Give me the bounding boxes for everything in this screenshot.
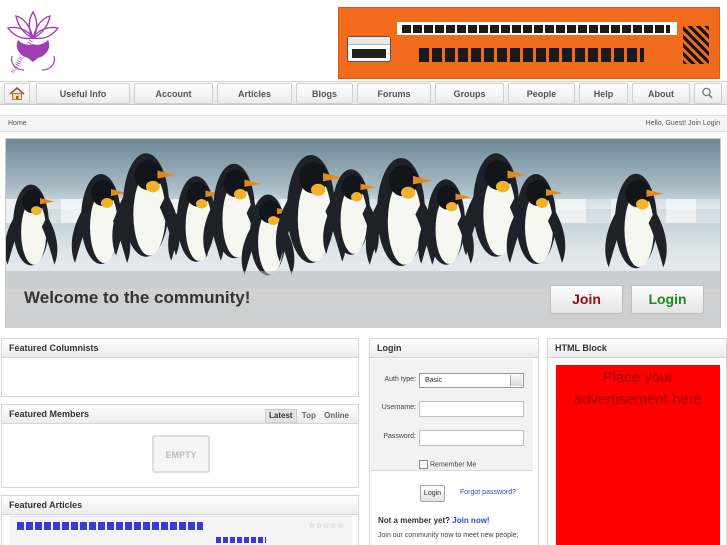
main-nav: Useful Info Account Articles Blogs Forum… — [0, 81, 727, 105]
auth-type-label: Auth type: — [384, 376, 416, 383]
site-logo[interactable]: NARIJOGOTH — [4, 4, 62, 75]
hero-banner: Welcome to the community! Join Login — [5, 138, 721, 328]
greeting-text: Hello, Guest! — [645, 120, 687, 127]
search-icon — [702, 87, 713, 99]
nav-home-button[interactable] — [4, 83, 30, 104]
advertisement-placeholder[interactable]: Place your advertisement here — [556, 365, 720, 545]
login-title: Login — [370, 339, 538, 358]
auth-type-select[interactable]: Basic — [419, 373, 524, 388]
nav-item-groups[interactable]: Groups — [435, 83, 504, 104]
html-block-title: HTML Block — [548, 339, 726, 358]
hero-title: Welcome to the community! — [24, 288, 251, 307]
hero-join-button[interactable]: Join — [550, 285, 623, 314]
tab-latest[interactable]: Latest — [265, 409, 297, 423]
breadcrumb-login-link[interactable]: Login — [703, 120, 720, 127]
page: NARIJOGOTH Useful Info Account Articles … — [0, 0, 727, 545]
remember-me[interactable]: Remember Me — [419, 460, 476, 469]
featured-articles-title: Featured Articles — [2, 496, 358, 515]
featured-articles-panel: Featured Articles ☆☆☆☆☆ — [1, 495, 359, 545]
rating-stars-icon: ☆☆☆☆☆ — [308, 521, 344, 530]
banner-line-2 — [419, 48, 644, 62]
password-input[interactable] — [419, 430, 524, 446]
nav-item-forums[interactable]: Forums — [357, 83, 431, 104]
login-panel: Login Auth type: Basic Username: Passwor… — [369, 338, 539, 545]
home-icon — [9, 86, 25, 100]
featured-members-heading: Featured Members — [9, 409, 90, 419]
nav-item-people[interactable]: People — [508, 83, 575, 104]
login-form: Auth type: Basic Username: Password: Rem… — [371, 359, 533, 471]
featured-columnists-title: Featured Columnists — [2, 339, 358, 358]
nav-item-blogs[interactable]: Blogs — [296, 83, 353, 104]
featured-members-tabs: Latest Top Online — [265, 409, 352, 423]
featured-members-title: Featured Members Latest Top Online — [2, 405, 358, 424]
featured-columnists-panel: Featured Columnists — [1, 338, 359, 397]
banner-badge — [347, 36, 391, 62]
user-greeting: Hello, Guest! Join Login — [646, 116, 720, 131]
nav-item-help[interactable]: Help — [579, 83, 628, 104]
join-description: Join our community now to meet new peopl… — [378, 532, 519, 539]
breadcrumb-bar: Home Hello, Guest! Join Login — [0, 115, 727, 132]
nav-item-articles[interactable]: Articles — [217, 83, 292, 104]
chevron-down-icon — [510, 375, 522, 386]
article-author-link[interactable] — [216, 537, 266, 543]
forgot-password-link[interactable]: Forgot password? — [460, 489, 516, 496]
not-member-text: Not a member yet? Join now! — [378, 516, 490, 525]
featured-members-panel: Featured Members Latest Top Online EMPTY — [1, 404, 359, 488]
join-now-link[interactable]: Join now! — [452, 516, 489, 525]
article-title-link[interactable] — [17, 522, 203, 530]
banner-line-1 — [397, 22, 677, 35]
auth-type-value: Basic — [425, 377, 443, 384]
remember-me-checkbox[interactable] — [419, 460, 428, 469]
lotus-logo-icon: NARIJOGOTH — [6, 10, 60, 75]
breadcrumb-join-link[interactable]: Join — [688, 120, 701, 127]
login-submit-button[interactable]: Login — [420, 485, 445, 502]
tab-top[interactable]: Top — [299, 410, 319, 422]
empty-placeholder: EMPTY — [152, 435, 210, 473]
nav-item-about[interactable]: About — [632, 83, 690, 104]
password-label: Password: — [383, 433, 416, 440]
remember-me-label: Remember Me — [430, 461, 477, 469]
html-block-panel: HTML Block Place your advertisement here — [547, 338, 727, 545]
username-label: Username: — [381, 404, 416, 411]
hero-login-button[interactable]: Login — [631, 285, 704, 314]
header-banner-ad[interactable] — [338, 7, 720, 79]
nav-item-account[interactable]: Account — [134, 83, 213, 104]
nav-search-button[interactable] — [694, 83, 722, 104]
not-member-question: Not a member yet? — [378, 516, 451, 525]
header: NARIJOGOTH — [0, 0, 727, 80]
article-row[interactable]: ☆☆☆☆☆ — [10, 516, 352, 545]
username-input[interactable] — [419, 401, 524, 417]
nav-item-useful-info[interactable]: Useful Info — [36, 83, 130, 104]
breadcrumb-home[interactable]: Home — [8, 116, 27, 131]
tiger-stripe-icon — [683, 26, 709, 64]
tab-online[interactable]: Online — [321, 410, 352, 422]
